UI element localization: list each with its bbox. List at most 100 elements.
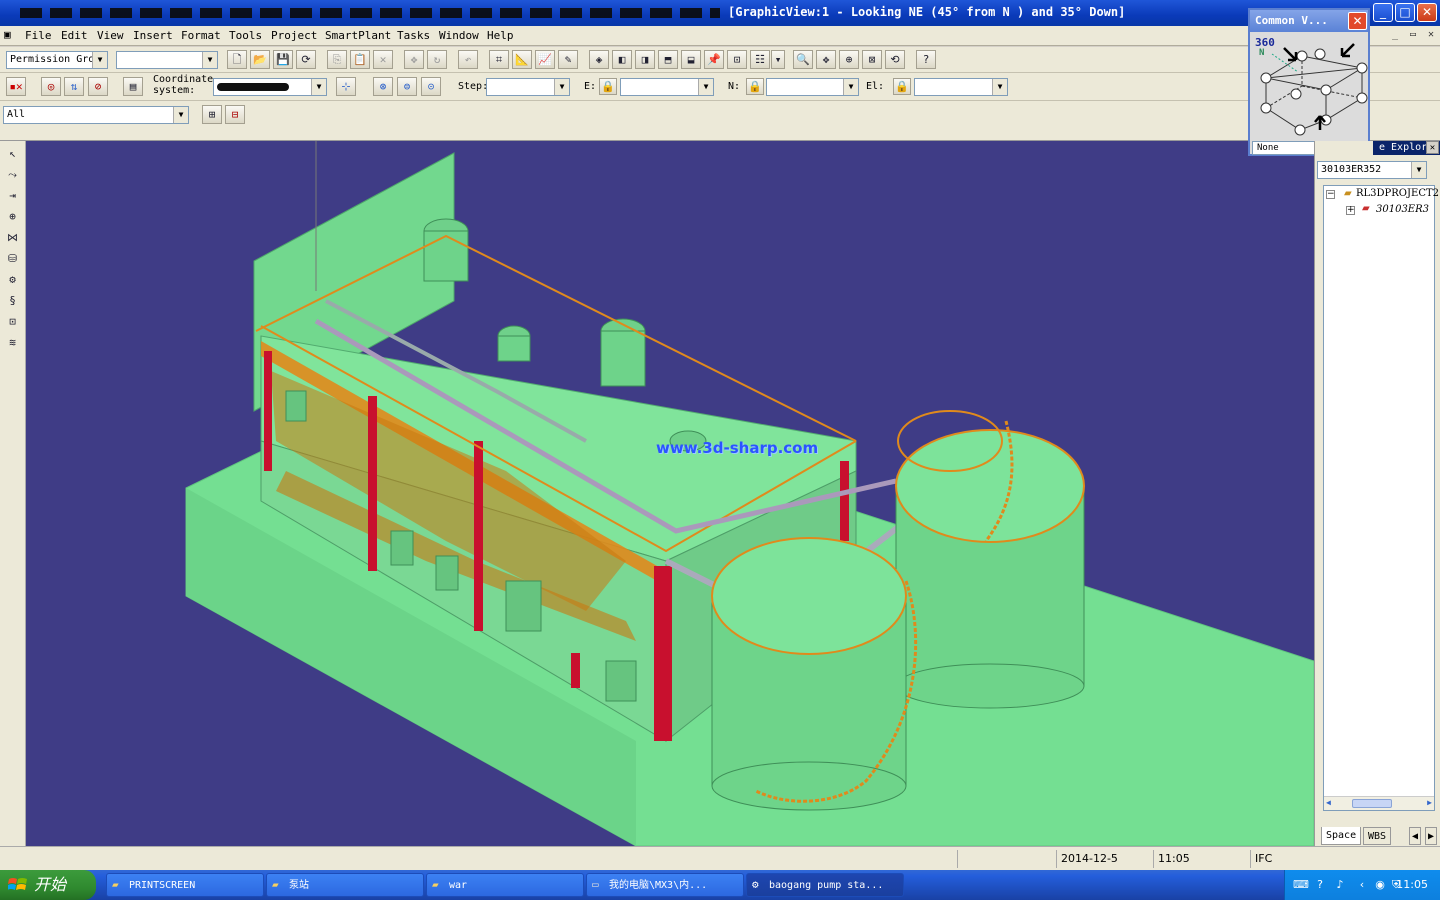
step-combo[interactable]: ▼ (486, 78, 570, 96)
mdi-restore-button[interactable]: ▭ (1406, 29, 1420, 42)
view-side-icon[interactable]: ◨ (635, 50, 655, 69)
pin-icon[interactable]: 📌 (704, 50, 724, 69)
menu-project[interactable]: Project (271, 29, 317, 42)
help-icon[interactable]: ? (916, 50, 936, 69)
lock-icon[interactable]: 🔒 (746, 78, 764, 95)
spool-icon[interactable]: ≋ (3, 334, 22, 352)
view-360-badge[interactable]: 360 (1255, 36, 1275, 49)
chevron-left-icon[interactable]: ‹ (1355, 878, 1369, 892)
place-instrument-icon[interactable]: ⛁ (3, 250, 22, 268)
close-icon[interactable]: ✕ (1348, 12, 1367, 30)
undo-icon[interactable]: ↶ (458, 50, 478, 69)
orbit-icon[interactable]: ⟲ (885, 50, 905, 69)
pinpoint-target-icon[interactable]: ◎ (41, 77, 61, 96)
open-folder-icon[interactable]: 📂 (250, 50, 270, 69)
locate-filter-combo[interactable]: All ▼ (3, 106, 189, 124)
move-icon[interactable]: ✥ (404, 50, 424, 69)
tab-wbs[interactable]: WBS (1363, 827, 1392, 845)
maximize-button[interactable]: □ (1395, 3, 1415, 22)
tree-expander[interactable]: + (1346, 206, 1355, 215)
network-icon[interactable]: ◉ (1373, 878, 1387, 892)
place-nozzle-icon[interactable]: ⇥ (3, 187, 22, 205)
view-cube-icon[interactable] (1252, 34, 1368, 138)
select-filter-icon[interactable]: ⌗ (489, 50, 509, 69)
view-top-icon[interactable]: ⬒ (658, 50, 678, 69)
menu-edit[interactable]: Edit (61, 29, 88, 42)
elevation-combo[interactable]: ▼ (914, 78, 1008, 96)
graphic-view-3d[interactable]: www.3d-sharp.com (26, 141, 1314, 846)
insert-split-icon[interactable]: ⋈ (3, 229, 22, 247)
place-valve-icon[interactable]: ⚙ (3, 271, 22, 289)
tree-item-root[interactable]: RL3DPROJECT2 (1356, 188, 1439, 199)
menu-insert[interactable]: Insert (133, 29, 173, 42)
lock-icon[interactable]: 🔒 (893, 78, 911, 95)
tab-space[interactable]: Space (1321, 827, 1362, 845)
explorer-tree[interactable]: − ▰ RL3DPROJECT2 + ▰ 30103ER3 ◀ ▶ (1323, 185, 1439, 811)
menu-tasks[interactable]: Tasks (397, 29, 430, 42)
mdi-minimize-button[interactable]: _ (1388, 29, 1402, 42)
keyboard-icon[interactable]: ⌨ (1293, 878, 1309, 892)
scroll-thumb[interactable] (1352, 799, 1392, 808)
spherical-mode-icon[interactable]: ⊜ (397, 77, 417, 96)
clear-icon[interactable]: ▪✕ (6, 77, 26, 96)
common-views-panel[interactable]: Common V... ✕ 360 N None (1248, 8, 1370, 156)
pinpoint-axis-icon[interactable]: ⇅ (64, 77, 84, 96)
taskbar-item-war[interactable]: ▰ war (426, 873, 584, 897)
app-menu-icon[interactable]: ▣ (4, 28, 11, 41)
properties-icon[interactable]: ▤ (123, 77, 143, 96)
menu-help[interactable]: Help (487, 29, 514, 42)
view-iso-icon[interactable]: ◈ (589, 50, 609, 69)
menu-format[interactable]: Format (181, 29, 221, 42)
taskbar-item-printscreen[interactable]: ▰ PRINTSCREEN (106, 873, 264, 897)
route-pipe-icon[interactable]: ⤳ (3, 166, 22, 184)
tab-scroll-right-icon[interactable]: ▶ (1425, 827, 1438, 845)
view-front-icon[interactable]: ◧ (612, 50, 632, 69)
active-status-combo[interactable]: ▼ (116, 51, 218, 69)
scroll-left-icon[interactable]: ◀ (1326, 798, 1331, 807)
minimize-button[interactable]: _ (1373, 3, 1393, 22)
place-support-icon[interactable]: § (3, 292, 22, 310)
filter-properties-icon[interactable]: ⊞ (202, 105, 222, 124)
taskbar-item-baogang-pump[interactable]: ⚙ baogang pump sta... (746, 873, 904, 897)
layers-icon[interactable]: ☷ (750, 50, 770, 69)
cylindrical-mode-icon[interactable]: ⊝ (421, 77, 441, 96)
scroll-right-icon[interactable]: ▶ (1427, 798, 1432, 807)
east-coordinate-combo[interactable]: ▼ (620, 78, 714, 96)
start-button[interactable]: 开始 (0, 870, 96, 900)
copy-icon[interactable]: ⎘ (327, 50, 347, 69)
graph-icon[interactable]: 📈 (535, 50, 555, 69)
bell-icon[interactable]: ♪ (1333, 878, 1347, 892)
save-icon[interactable]: 💾 (273, 50, 293, 69)
lock-icon[interactable]: 🔒 (599, 78, 617, 95)
coordinate-axes-icon[interactable]: ⊹ (336, 77, 356, 96)
explorer-filter-combo[interactable]: 30103ER352 ▼ (1317, 161, 1427, 179)
chevron-down-icon[interactable]: ▾ (771, 50, 785, 69)
pan-icon[interactable]: ✥ (816, 50, 836, 69)
pinpoint-reset-icon[interactable]: ⊘ (88, 77, 108, 96)
close-icon[interactable]: ✕ (1426, 141, 1439, 154)
menu-smartplant[interactable]: SmartPlant (325, 29, 391, 42)
permission-group-combo[interactable]: Permission Gro ▼ (6, 51, 108, 69)
horizontal-scrollbar[interactable]: ◀ ▶ (1324, 796, 1434, 810)
menu-tools[interactable]: Tools (229, 29, 262, 42)
menu-view[interactable]: View (97, 29, 124, 42)
zoom-area-icon[interactable]: ⊕ (839, 50, 859, 69)
taskbar-clock[interactable]: 11:05 (1396, 870, 1428, 900)
place-box-icon[interactable]: ⊡ (3, 313, 22, 331)
close-button[interactable]: ✕ (1417, 3, 1437, 22)
tree-item-system[interactable]: 30103ER3 (1376, 204, 1429, 215)
clip-icon[interactable]: ⬓ (681, 50, 701, 69)
fit-icon[interactable]: ⊡ (727, 50, 747, 69)
rotate-icon[interactable]: ↻ (427, 50, 447, 69)
mdi-close-button[interactable]: ✕ (1424, 29, 1438, 42)
insert-component-icon[interactable]: ⊕ (3, 208, 22, 226)
zoom-icon[interactable]: 🔍 (793, 50, 813, 69)
coordinate-system-combo[interactable]: ▼ (213, 78, 327, 96)
taskbar-item-my-computer[interactable]: ▭ 我的电脑\MX3\内... (586, 873, 744, 897)
zoom-extents-icon[interactable]: ⊠ (862, 50, 882, 69)
select-arrow-icon[interactable]: ↖ (3, 145, 22, 163)
menu-file[interactable]: File (25, 29, 52, 42)
measure-icon[interactable]: 📐 (512, 50, 532, 69)
pencil-icon[interactable]: ✎ (558, 50, 578, 69)
north-coordinate-combo[interactable]: ▼ (766, 78, 859, 96)
